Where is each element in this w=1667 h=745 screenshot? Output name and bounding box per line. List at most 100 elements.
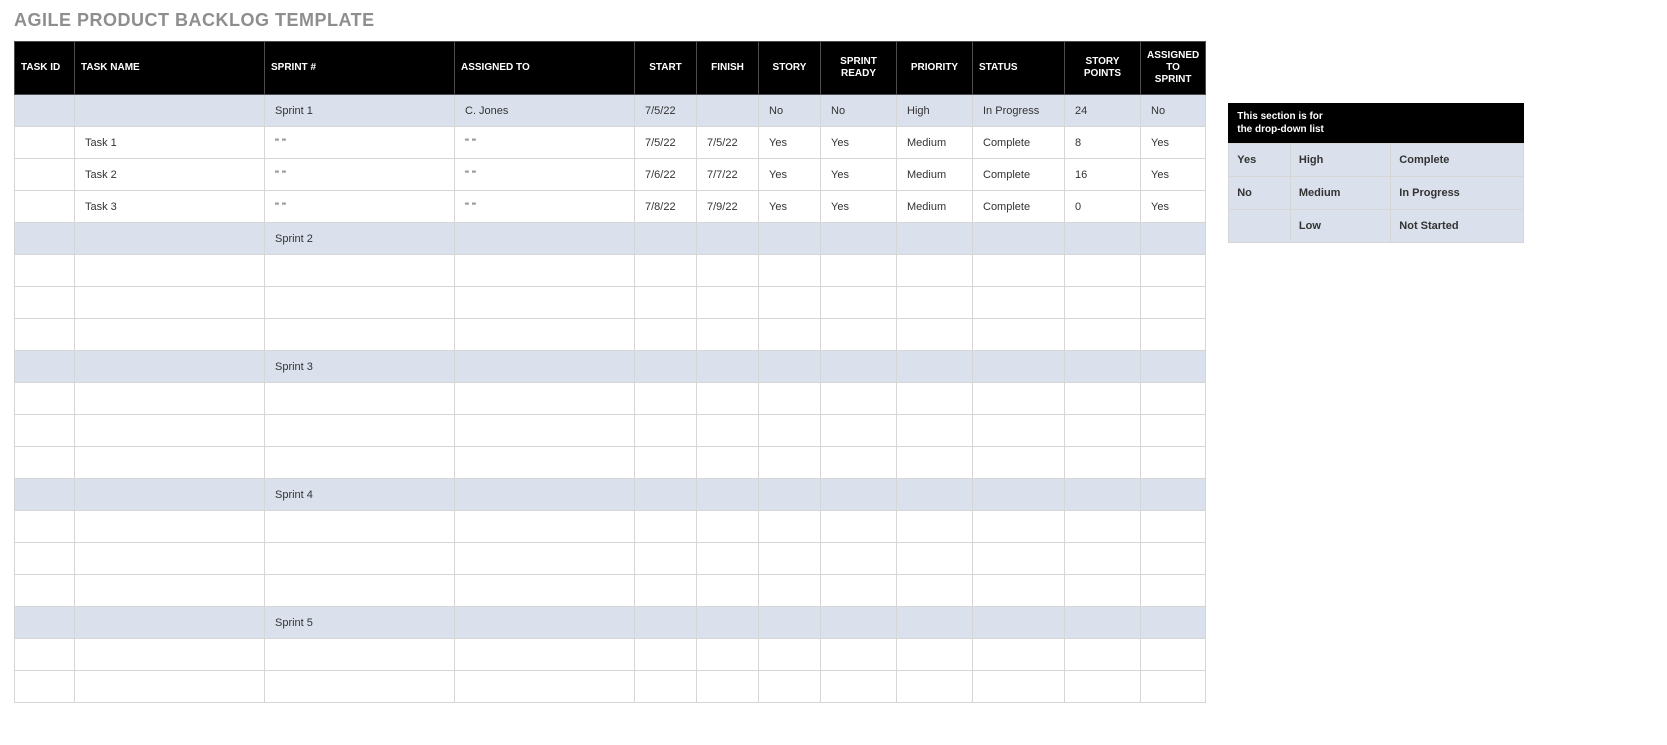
cell[interactable]	[759, 607, 821, 639]
cell[interactable]	[265, 575, 455, 607]
th-story[interactable]: STORY	[759, 42, 821, 95]
cell[interactable]	[265, 543, 455, 575]
cell[interactable]	[15, 191, 75, 223]
cell[interactable]	[75, 607, 265, 639]
cell[interactable]	[75, 447, 265, 479]
cell[interactable]	[75, 671, 265, 703]
cell[interactable]	[897, 575, 973, 607]
cell[interactable]	[15, 127, 75, 159]
cell[interactable]: High	[897, 95, 973, 127]
cell[interactable]	[897, 415, 973, 447]
cell[interactable]: In Progress	[973, 95, 1065, 127]
cell[interactable]: 7/5/22	[697, 127, 759, 159]
cell[interactable]	[15, 95, 75, 127]
cell[interactable]	[1141, 511, 1206, 543]
cell[interactable]	[1065, 639, 1141, 671]
cell[interactable]	[821, 255, 897, 287]
cell[interactable]	[75, 287, 265, 319]
cell[interactable]	[821, 287, 897, 319]
cell[interactable]	[973, 351, 1065, 383]
cell[interactable]	[635, 287, 697, 319]
cell[interactable]	[1065, 287, 1141, 319]
cell[interactable]	[635, 543, 697, 575]
cell[interactable]	[697, 95, 759, 127]
cell[interactable]	[759, 639, 821, 671]
cell[interactable]	[759, 479, 821, 511]
cell[interactable]	[15, 639, 75, 671]
cell[interactable]	[455, 607, 635, 639]
cell[interactable]: " "	[455, 191, 635, 223]
cell[interactable]	[1065, 671, 1141, 703]
cell[interactable]	[635, 511, 697, 543]
cell[interactable]	[1141, 479, 1206, 511]
cell[interactable]	[15, 575, 75, 607]
cell[interactable]	[15, 671, 75, 703]
cell[interactable]	[455, 639, 635, 671]
cell[interactable]	[455, 415, 635, 447]
cell[interactable]	[973, 319, 1065, 351]
cell[interactable]	[759, 287, 821, 319]
cell[interactable]: No	[1141, 95, 1206, 127]
cell[interactable]: No	[759, 95, 821, 127]
cell[interactable]: Task 2	[75, 159, 265, 191]
cell[interactable]: 0	[1065, 191, 1141, 223]
cell[interactable]: Yes	[759, 159, 821, 191]
cell[interactable]	[821, 223, 897, 255]
cell[interactable]	[973, 223, 1065, 255]
cell[interactable]	[897, 255, 973, 287]
th-task-name[interactable]: TASK NAME	[75, 42, 265, 95]
cell[interactable]: " "	[265, 127, 455, 159]
cell[interactable]	[697, 255, 759, 287]
cell[interactable]: Sprint 2	[265, 223, 455, 255]
cell[interactable]	[635, 479, 697, 511]
cell[interactable]	[265, 415, 455, 447]
cell[interactable]	[635, 415, 697, 447]
cell[interactable]	[635, 447, 697, 479]
cell[interactable]	[897, 479, 973, 511]
th-assigned-to[interactable]: ASSIGNED TO	[455, 42, 635, 95]
cell[interactable]	[1141, 575, 1206, 607]
cell[interactable]	[1141, 255, 1206, 287]
cell[interactable]	[455, 383, 635, 415]
cell[interactable]: " "	[455, 127, 635, 159]
cell[interactable]: Task 1	[75, 127, 265, 159]
cell[interactable]: C. Jones	[455, 95, 635, 127]
cell[interactable]	[1065, 319, 1141, 351]
cell[interactable]	[75, 351, 265, 383]
cell[interactable]	[821, 383, 897, 415]
cell[interactable]	[1065, 415, 1141, 447]
cell[interactable]	[15, 287, 75, 319]
cell[interactable]	[759, 511, 821, 543]
cell[interactable]	[697, 671, 759, 703]
cell[interactable]	[15, 255, 75, 287]
cell[interactable]	[75, 255, 265, 287]
th-finish[interactable]: FINISH	[697, 42, 759, 95]
cell[interactable]: Medium	[897, 127, 973, 159]
cell[interactable]	[455, 543, 635, 575]
cell[interactable]	[1065, 511, 1141, 543]
cell[interactable]: Complete	[973, 127, 1065, 159]
cell[interactable]	[759, 351, 821, 383]
cell[interactable]	[821, 351, 897, 383]
cell[interactable]	[973, 575, 1065, 607]
cell[interactable]	[1141, 319, 1206, 351]
cell[interactable]: No	[821, 95, 897, 127]
cell[interactable]	[697, 447, 759, 479]
cell[interactable]: Sprint 5	[265, 607, 455, 639]
cell[interactable]	[697, 383, 759, 415]
cell[interactable]: Sprint 4	[265, 479, 455, 511]
cell[interactable]	[15, 479, 75, 511]
cell[interactable]	[75, 575, 265, 607]
cell[interactable]	[15, 319, 75, 351]
cell[interactable]	[1065, 351, 1141, 383]
cell[interactable]	[697, 511, 759, 543]
cell[interactable]	[75, 223, 265, 255]
cell[interactable]	[759, 319, 821, 351]
cell[interactable]	[1141, 447, 1206, 479]
cell[interactable]	[455, 223, 635, 255]
cell[interactable]	[635, 223, 697, 255]
cell[interactable]	[973, 671, 1065, 703]
cell[interactable]	[635, 575, 697, 607]
cell[interactable]	[697, 607, 759, 639]
cell[interactable]	[15, 383, 75, 415]
